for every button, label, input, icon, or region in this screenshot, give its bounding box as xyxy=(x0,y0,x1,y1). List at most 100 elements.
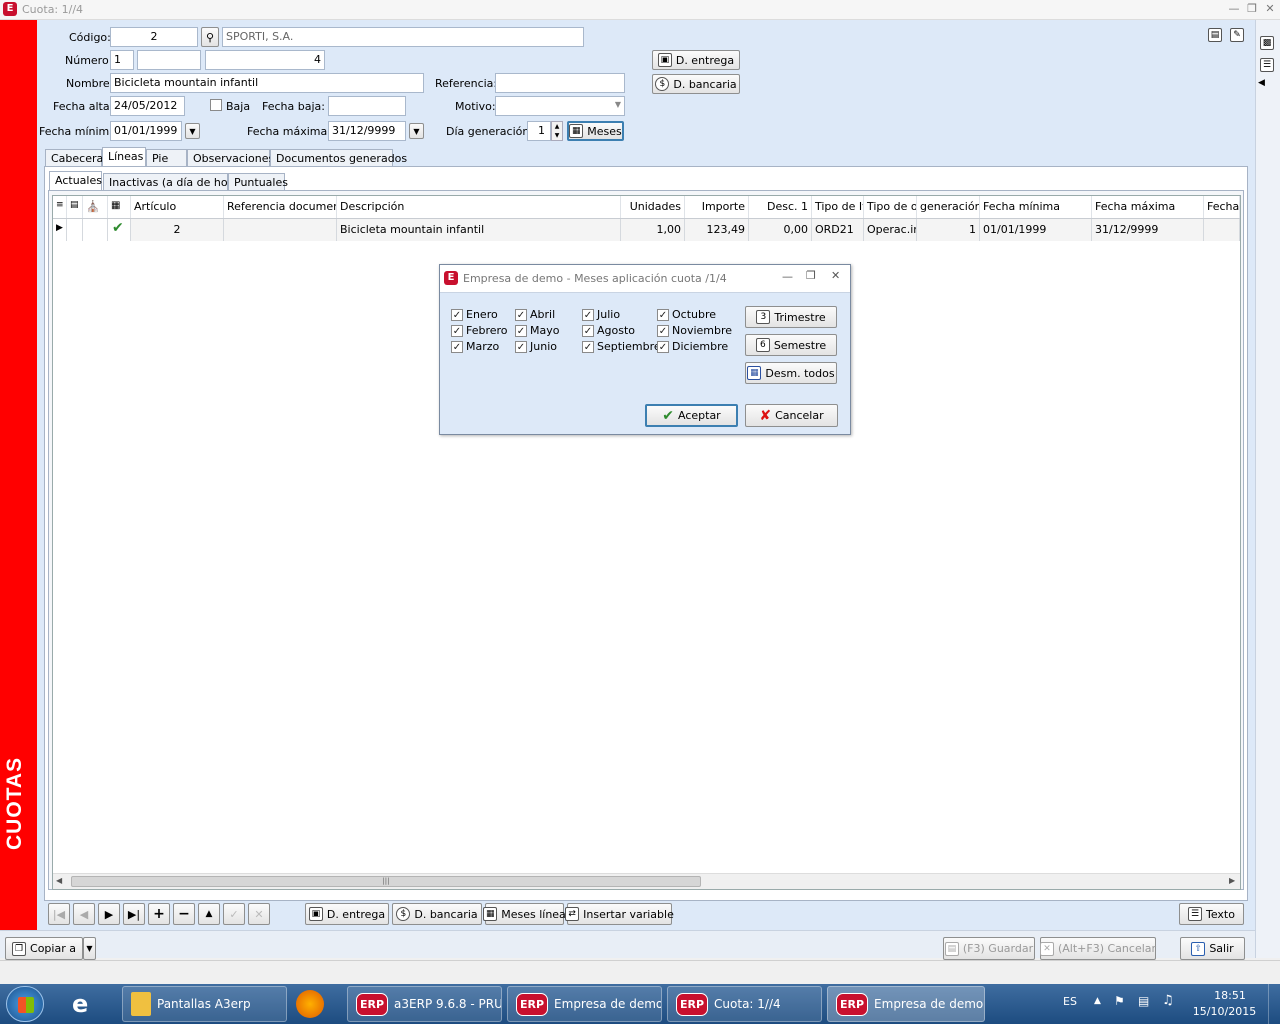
clock-time[interactable]: 18:51 xyxy=(1205,989,1255,1002)
month-septiembre[interactable]: ✓ Septiembre xyxy=(582,340,661,353)
cell-referencia[interactable] xyxy=(224,219,337,241)
cell-tipo-iva[interactable]: ORD21 xyxy=(812,219,864,241)
fecha-max-dropdown[interactable]: ▼ xyxy=(409,123,424,139)
move-up-button[interactable]: ▲ xyxy=(198,903,220,925)
tab-cabecera[interactable]: Cabecera xyxy=(45,149,103,167)
start-button[interactable] xyxy=(6,986,44,1022)
subtab-puntuales[interactable]: Puntuales xyxy=(228,173,288,191)
tray-arrow-icon[interactable]: ▲ xyxy=(1094,996,1101,1006)
tab-pie[interactable]: Pie xyxy=(146,149,187,167)
close-icon[interactable]: ✕ xyxy=(1262,2,1278,16)
note-icon[interactable]: ☰ xyxy=(1260,58,1274,72)
col-fecha-max[interactable]: Fecha máxima xyxy=(1092,196,1204,218)
col-tipo-op[interactable]: Tipo de op xyxy=(864,196,917,218)
line-d-bancaria-button[interactable]: $ D. bancaria xyxy=(392,903,482,925)
fecha-max-input[interactable]: 31/12/9999 xyxy=(328,121,406,141)
month-diciembre[interactable]: ✓ Diciembre xyxy=(657,340,728,353)
network-icon[interactable]: ▤ xyxy=(1138,994,1149,1008)
close-icon[interactable]: ✕ xyxy=(831,269,840,282)
month-junio[interactable]: ✓ Junio xyxy=(515,340,557,353)
cell-articulo[interactable]: 2 xyxy=(131,219,224,241)
clock-date[interactable]: 15/10/2015 xyxy=(1192,1005,1257,1018)
motivo-select[interactable]: ▼ xyxy=(495,96,625,116)
d-entrega-button[interactable]: ▣ D. entrega xyxy=(652,50,740,70)
arrow-left-icon[interactable]: ◀ xyxy=(1258,78,1265,88)
baja-checkbox[interactable] xyxy=(210,99,222,114)
month-febrero[interactable]: ✓ Febrero xyxy=(451,324,508,337)
minimize-icon[interactable]: — xyxy=(1226,2,1242,16)
numero-input[interactable]: 4 xyxy=(205,50,325,70)
flag-icon[interactable]: ⚑ xyxy=(1114,994,1125,1008)
dia-gen-input[interactable]: 1 xyxy=(527,121,551,141)
codigo-input[interactable]: 2 xyxy=(110,27,198,47)
col-referencia[interactable]: Referencia documento xyxy=(224,196,337,218)
col-descripcion[interactable]: Descripción xyxy=(337,196,621,218)
cell-descripcion[interactable]: Bicicleta mountain infantil xyxy=(337,219,621,241)
month-noviembre[interactable]: ✓ Noviembre xyxy=(657,324,732,337)
tab-lineas[interactable]: Líneas xyxy=(102,147,146,167)
horizontal-scrollbar[interactable]: ◀ ||| ▶ xyxy=(53,873,1240,889)
scroll-left-icon[interactable]: ◀ xyxy=(56,876,62,885)
col-unidades[interactable]: Unidades xyxy=(621,196,685,218)
preview-icon[interactable]: ▤ xyxy=(1208,28,1222,42)
maximize-icon[interactable]: ❐ xyxy=(1244,2,1260,16)
attach-icon[interactable]: ✎ xyxy=(1230,28,1244,42)
first-record-button[interactable]: |◀ xyxy=(48,903,70,925)
col-articulo[interactable]: Artículo xyxy=(131,196,224,218)
meses-button[interactable]: ▦ Meses xyxy=(567,121,624,141)
cell-importe[interactable]: 123,49 xyxy=(685,219,749,241)
month-mayo[interactable]: ✓ Mayo xyxy=(515,324,559,337)
referencia-input[interactable] xyxy=(495,73,625,93)
nombre-input[interactable]: Bicicleta mountain infantil xyxy=(110,73,424,93)
cell-generacion[interactable]: 1 xyxy=(917,219,980,241)
taskbar-item-empresa-1[interactable]: ERP Empresa de demo... xyxy=(507,986,662,1022)
d-bancaria-button[interactable]: $ D. bancaria xyxy=(652,74,740,94)
col-desc1[interactable]: Desc. 1 xyxy=(749,196,812,218)
cancelar-footer-button[interactable]: ✕ (Alt+F3) Cancelar xyxy=(1039,937,1156,960)
cliente-input[interactable]: SPORTI, S.A. xyxy=(222,27,584,47)
volume-icon[interactable]: ♫ xyxy=(1162,993,1174,1008)
trimestre-button[interactable]: 3 Trimestre xyxy=(745,306,837,328)
copiar-a-button[interactable]: ❐ Copiar a xyxy=(5,937,83,960)
taskbar-item-pantallas[interactable]: Pantallas A3erp xyxy=(122,986,287,1022)
show-desktop-button[interactable] xyxy=(1268,984,1280,1024)
cancel-edit-button[interactable]: ✕ xyxy=(248,903,270,925)
cancelar-button[interactable]: ✘ Cancelar xyxy=(745,404,838,427)
copiar-dropdown[interactable]: ▼ xyxy=(83,937,96,960)
col-fecha-a[interactable]: Fecha a xyxy=(1204,196,1240,218)
desm-todos-button[interactable]: ▦ Desm. todos xyxy=(745,362,837,384)
fecha-min-input[interactable]: 01/01/1999 xyxy=(110,121,182,141)
cell-tipo-op[interactable]: Operac.in xyxy=(864,219,917,241)
col-fecha-min[interactable]: Fecha mínima xyxy=(980,196,1092,218)
ie-icon[interactable]: e xyxy=(72,990,88,1018)
add-row-button[interactable]: + xyxy=(148,903,170,925)
cell-fecha-a[interactable] xyxy=(1204,219,1240,241)
col-tipo-iva[interactable]: Tipo de Iv xyxy=(812,196,864,218)
minimize-icon[interactable]: — xyxy=(782,270,793,283)
month-enero[interactable]: ✓ Enero xyxy=(451,308,498,321)
subtab-inactivas[interactable]: Inactivas (a día de hoy) xyxy=(103,173,238,191)
language-indicator[interactable]: ES xyxy=(1063,995,1077,1008)
fecha-alta-input[interactable]: 24/05/2012 xyxy=(110,96,185,116)
month-octubre[interactable]: ✓ Octubre xyxy=(657,308,716,321)
cell-unidades[interactable]: 1,00 xyxy=(621,219,685,241)
cell-fecha-max[interactable]: 31/12/9999 xyxy=(1092,219,1204,241)
taskbar-item-a3erp[interactable]: ERP a3ERP 9.6.8 - PRU... xyxy=(347,986,502,1022)
guardar-button[interactable]: ▤ (F3) Guardar xyxy=(943,937,1035,960)
month-agosto[interactable]: ✓ Agosto xyxy=(582,324,635,337)
salir-button[interactable]: ⇧ Salir xyxy=(1180,937,1245,960)
clipboard-icon[interactable]: ▩ xyxy=(1260,36,1274,50)
month-julio[interactable]: ✓ Julio xyxy=(582,308,620,321)
subtab-actuales[interactable]: Actuales xyxy=(49,171,102,191)
month-marzo[interactable]: ✓ Marzo xyxy=(451,340,499,353)
numero-serie-input[interactable]: 1 xyxy=(110,50,134,70)
tab-observaciones[interactable]: Observaciones xyxy=(187,149,274,167)
search-button[interactable]: ⚲ xyxy=(201,27,219,47)
line-d-entrega-button[interactable]: ▣ D. entrega xyxy=(305,903,389,925)
fecha-min-dropdown[interactable]: ▼ xyxy=(185,123,200,139)
aceptar-button[interactable]: ✔ Aceptar xyxy=(645,404,738,427)
delete-row-button[interactable]: − xyxy=(173,903,195,925)
scroll-thumb[interactable]: ||| xyxy=(71,876,701,887)
semestre-button[interactable]: 6 Semestre xyxy=(745,334,837,356)
last-record-button[interactable]: ▶| xyxy=(123,903,145,925)
